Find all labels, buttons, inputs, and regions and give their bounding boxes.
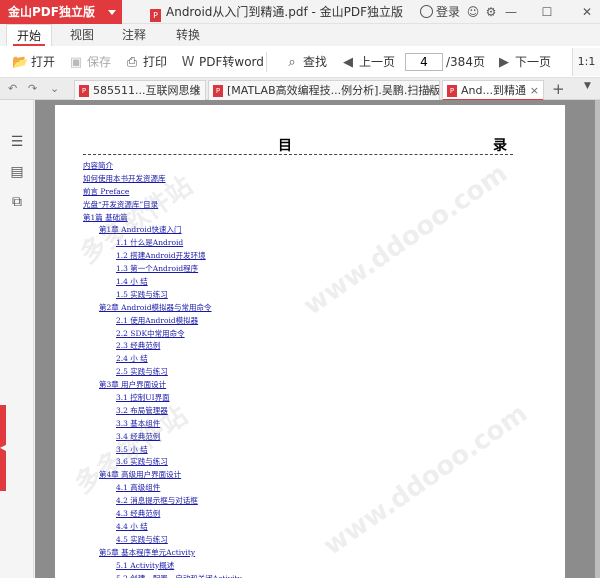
pdf-page: 目 录 内容简介 如何使用本书开发资源库 前言 Preface 光盘“开发资源库”目录… [55,105,565,578]
toc-link[interactable]: 2.2 SDK中常用命令 [83,328,523,341]
close-tab-icon[interactable]: × [192,81,201,100]
toc-link[interactable]: 1.2 搭建Android开发环境 [83,250,523,263]
login-button[interactable]: 登录 [420,0,460,24]
toc-link[interactable]: 3.1 控制UI界面 [83,392,523,405]
arrow-right-icon: ▶ [499,55,509,70]
ribbon-tabs: 开始 视图 注释 转换 [0,24,600,46]
minimize-icon[interactable]: — [504,5,518,19]
comments-icon[interactable]: ▤ [9,164,25,180]
tab-view[interactable]: 视图 [60,24,104,46]
app-brand: 金山PDF独立版 [8,5,95,19]
arrow-left-icon: ◀ [343,55,353,70]
main-toolbar: 📂打开 ▣ 保存 ⎙ 打印 W PDF转word ⌕ 查找 ◀ 上一页 /384页 ▶ 下一… [0,46,600,78]
chevron-left-icon: ◀ [0,443,7,452]
toc-link[interactable]: 2.4 小 结 [83,353,523,366]
close-tab-icon[interactable]: × [530,81,539,99]
pdf-file-icon: P [79,85,89,97]
toc-heading: 目 录 [83,135,513,155]
add-tab-icon[interactable]: + [552,80,565,98]
next-page-label: 下一页 [515,55,552,69]
toc-link[interactable]: 内容简介 [83,160,523,173]
doc-tab-label: 585511...互联网思维 [93,84,201,97]
toc-link[interactable]: 2.1 使用Android模拟器 [83,315,523,328]
toolbar-divider [266,52,267,72]
find-label: 查找 [303,55,328,69]
toc-link[interactable]: 1.3 第一个Android程序 [83,263,523,276]
printer-icon: ⎙ [126,55,138,70]
toc-heading-right: 录 [493,138,507,154]
undo-icon[interactable]: ↶ [8,82,17,95]
pdf-file-icon: P [213,85,223,97]
side-panel: ☰ ▤ ⧉ ◀ [0,100,34,578]
window-title: P Android从入门到精通.pdf - 金山PDF独立版 [150,0,403,24]
close-tab-icon[interactable]: × [426,81,435,100]
redo-icon[interactable]: ↷ [28,82,37,95]
toc-link[interactable]: 1.4 小 结 [83,276,523,289]
title-bar: 金山PDF独立版 P Android从入门到精通.pdf - 金山PDF独立版 登… [0,0,600,24]
print-button[interactable]: ⎙ 打印 [124,46,167,78]
toc-heading-left: 目 [278,138,292,154]
toc-link[interactable]: 4.2 消息提示框与对话框 [83,495,523,508]
tab-convert[interactable]: 转换 [166,24,210,46]
toc-link[interactable]: 2.5 实践与练习 [83,366,523,379]
folder-icon: 📂 [12,55,29,70]
close-icon[interactable]: ✕ [580,5,594,19]
document-viewer[interactable]: 目 录 内容简介 如何使用本书开发资源库 前言 Preface 光盘“开发资源库”目录… [35,100,600,578]
tab-start[interactable]: 开始 [6,24,52,46]
toc-link[interactable]: 5.1 Activity概述 [83,560,523,573]
pdf-to-word-button[interactable]: W PDF转word [180,46,264,78]
pdf-file-icon: P [447,85,457,97]
prev-page-button[interactable]: ◀ 上一页 [340,46,395,78]
next-page-button[interactable]: ▶ 下一页 [496,46,551,78]
page-total: /384页 [446,55,485,69]
find-button[interactable]: ⌕ 查找 [284,46,327,78]
toc-link[interactable]: 2.3 经典范例 [83,340,523,353]
word-icon: W [181,55,195,70]
window-title-text: Android从入门到精通.pdf - 金山PDF独立版 [166,5,404,19]
toc-link[interactable]: 4.3 经典范例 [83,508,523,521]
save-icon: ▣ [69,55,83,70]
tab-list-icon[interactable]: ▼ [584,81,591,91]
search-icon: ⌕ [288,55,296,70]
open-label: 打开 [31,55,56,69]
tab-annotate[interactable]: 注释 [112,24,156,46]
panel-toggle[interactable]: ◀ [0,405,6,491]
save-button[interactable]: ▣ 保存 [68,46,111,78]
thumbnails-icon[interactable]: ⧉ [9,194,25,210]
nav-down-icon[interactable]: ⌄ [50,82,59,95]
page-number-input[interactable] [405,53,443,71]
doc-tab-3[interactable]: P And...到精通 × [442,80,544,101]
user-icon [420,5,433,18]
toc-link[interactable]: 5.2 创建、配置、启动和关闭Activity [83,573,523,578]
toc-link[interactable]: 4.4 小 结 [83,521,523,534]
document-tabs: ↶ ↷ ⌄ P 585511...互联网思维 × P [MATLAB高效编程技.… [0,78,600,101]
toc-link[interactable]: 如何使用本书开发资源库 [83,173,523,186]
toc-link[interactable]: 第5章 基本程序单元Activity [83,547,523,560]
toc-link[interactable]: 4.1 高级组件 [83,482,523,495]
print-label: 打印 [143,55,168,69]
outline-icon[interactable]: ☰ [9,134,25,150]
doc-tab-2[interactable]: P [MATLAB高效编程技...例分析].吴鹏.扫描版 × [208,80,440,100]
doc-tab-label: [MATLAB高效编程技...例分析].吴鹏.扫描版 [227,84,440,97]
login-label: 登录 [436,5,461,19]
prev-page-label: 上一页 [359,55,396,69]
toc-link[interactable]: 4.5 实践与练习 [83,534,523,547]
doc-tab-label: And...到精通 [461,84,526,97]
scrollbar[interactable] [595,100,600,578]
toc-link[interactable]: 1.1 什么是Android [83,237,523,250]
toc-link[interactable]: 第3章 用户界面设计 [83,379,523,392]
skin-icon[interactable]: ☺ [466,5,480,19]
actual-size-button[interactable]: 1:1 [572,48,600,76]
pdf-file-icon: P [150,9,161,22]
settings-icon[interactable]: ⚙ [484,5,498,19]
maximize-icon[interactable]: ☐ [540,5,554,19]
app-menu-button[interactable]: 金山PDF独立版 [0,0,122,24]
save-label: 保存 [87,55,112,69]
chevron-down-icon [108,10,116,15]
doc-tab-1[interactable]: P 585511...互联网思维 × [74,80,206,100]
open-button[interactable]: 📂 打开 [12,46,55,78]
pdf-to-word-label: PDF转word [199,55,264,69]
